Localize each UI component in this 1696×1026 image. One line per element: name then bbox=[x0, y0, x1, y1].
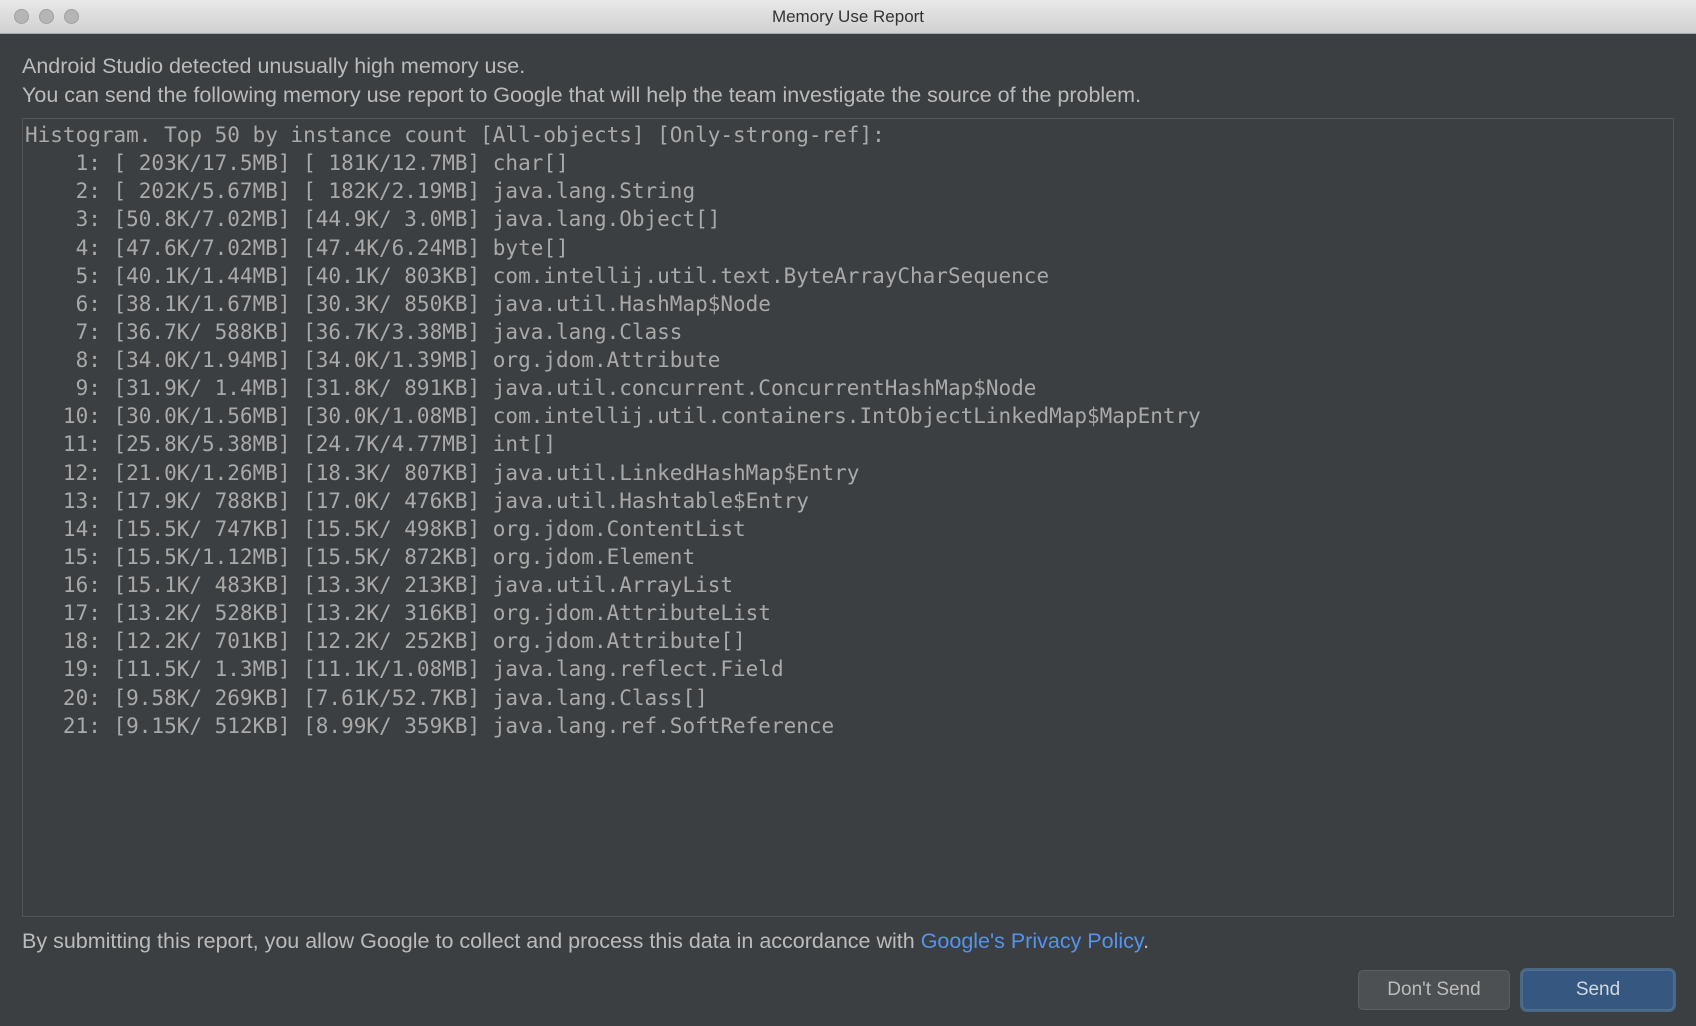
titlebar: Memory Use Report bbox=[0, 0, 1696, 34]
minimize-window-icon[interactable] bbox=[39, 9, 54, 24]
intro-line-1: Android Studio detected unusually high m… bbox=[22, 52, 1674, 81]
close-window-icon[interactable] bbox=[14, 9, 29, 24]
send-button[interactable]: Send bbox=[1522, 970, 1674, 1010]
privacy-policy-link[interactable]: Google's Privacy Policy bbox=[921, 929, 1143, 953]
report-text: Histogram. Top 50 by instance count [All… bbox=[25, 121, 1671, 740]
intro-text: Android Studio detected unusually high m… bbox=[22, 52, 1674, 110]
window-title: Memory Use Report bbox=[0, 7, 1696, 27]
dont-send-button[interactable]: Don't Send bbox=[1358, 970, 1510, 1010]
privacy-notice: By submitting this report, you allow Goo… bbox=[22, 929, 1674, 954]
button-row: Don't Send Send bbox=[22, 970, 1674, 1010]
intro-line-2: You can send the following memory use re… bbox=[22, 81, 1674, 110]
report-textarea[interactable]: Histogram. Top 50 by instance count [All… bbox=[22, 118, 1674, 917]
window-controls bbox=[0, 9, 79, 24]
privacy-suffix: . bbox=[1143, 929, 1149, 953]
zoom-window-icon[interactable] bbox=[64, 9, 79, 24]
dialog-content: Android Studio detected unusually high m… bbox=[0, 34, 1696, 1026]
privacy-prefix: By submitting this report, you allow Goo… bbox=[22, 929, 921, 953]
